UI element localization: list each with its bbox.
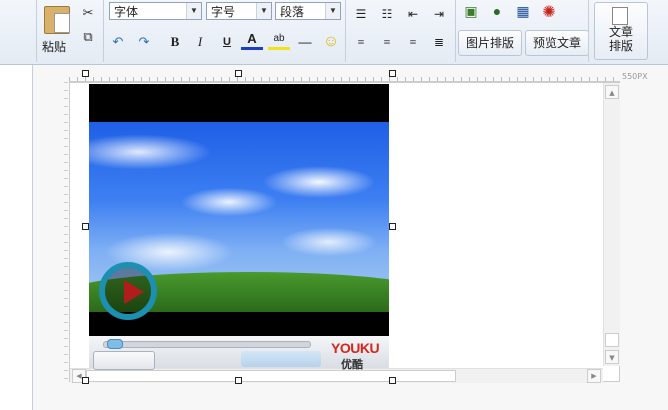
play-icon[interactable] xyxy=(99,262,157,320)
resize-handle-w[interactable] xyxy=(82,223,89,230)
scroll-thumb[interactable] xyxy=(605,333,619,347)
resize-handle-sw[interactable] xyxy=(82,377,89,384)
toolbar-format-group xyxy=(103,0,346,62)
toolbar-insert-group xyxy=(455,0,589,62)
youku-logo: YOUKU xyxy=(331,340,380,356)
vertical-scrollbar[interactable]: ▲ ▼ xyxy=(603,83,620,366)
vertical-ruler xyxy=(60,82,68,382)
volume-slider[interactable] xyxy=(241,351,321,367)
ruler-width-label: 550PX xyxy=(622,72,648,81)
article-layout-button[interactable]: 文章 排版 xyxy=(594,2,648,60)
scroll-thumb-horizontal[interactable] xyxy=(86,370,456,382)
horizontal-scrollbar[interactable]: ◀ ▶ xyxy=(70,368,603,383)
resize-handle-n[interactable] xyxy=(235,70,242,77)
resize-handle-s[interactable] xyxy=(235,377,242,384)
editor-toolbar: 粘贴 ✂ ⧉ 字体 ▼ 字号 ▼ 段落 ▼ ↶ ↷ B I U A ab — ☺… xyxy=(0,0,668,65)
resize-handle-se[interactable] xyxy=(389,377,396,384)
resize-handle-e[interactable] xyxy=(389,223,396,230)
video-controls: YOUKU 优酷 xyxy=(89,336,389,371)
resize-handle-nw[interactable] xyxy=(82,70,89,77)
scroll-up-icon[interactable]: ▲ xyxy=(605,85,619,99)
article-layout-label: 文章 排版 xyxy=(608,25,633,53)
scroll-right-icon[interactable]: ▶ xyxy=(587,369,601,383)
embedded-video[interactable] xyxy=(89,84,389,336)
scroll-down-icon[interactable]: ▼ xyxy=(605,350,619,364)
youku-logo-cn: 优酷 xyxy=(341,359,363,371)
document-icon xyxy=(612,7,628,25)
resize-handle-ne[interactable] xyxy=(389,70,396,77)
toolbar-clipboard-group xyxy=(0,0,104,62)
toolbar-paragraph-group xyxy=(345,0,456,62)
pause-button[interactable] xyxy=(93,351,155,370)
horizontal-ruler xyxy=(69,72,620,82)
video-progress-knob[interactable] xyxy=(107,339,123,349)
video-progress-track[interactable] xyxy=(103,341,311,348)
